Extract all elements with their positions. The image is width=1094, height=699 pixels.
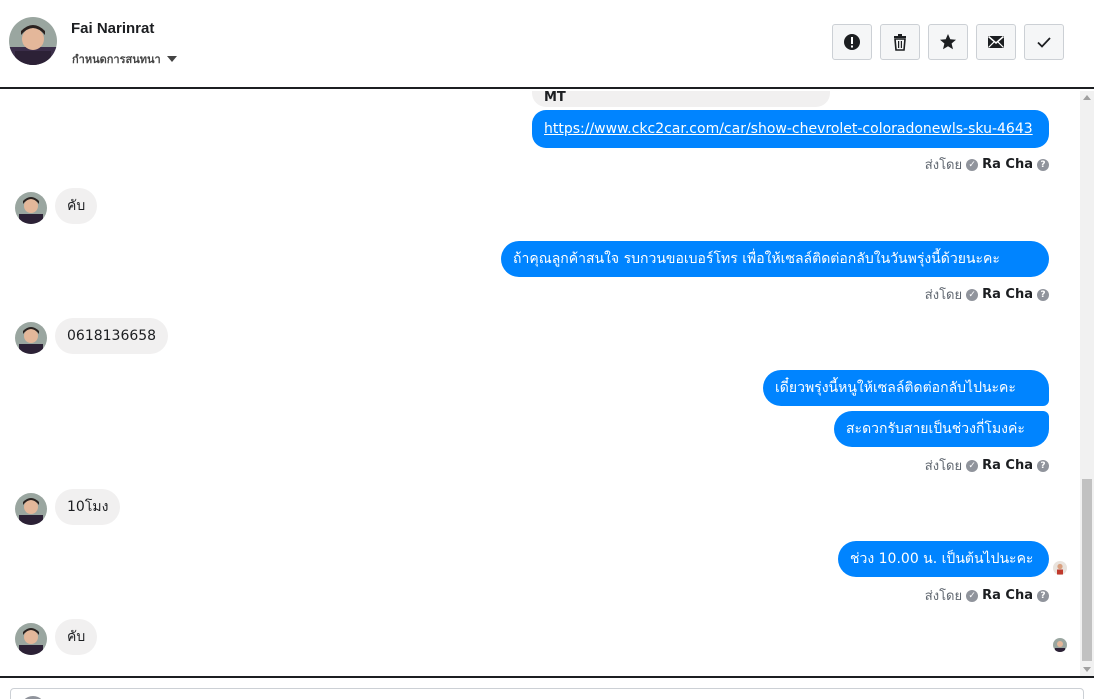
seen-by-agent-avatar [1053, 561, 1067, 575]
check-icon [1037, 37, 1051, 48]
message-text: คับ [67, 198, 86, 214]
mark-done-button[interactable] [1024, 24, 1064, 60]
sent-by-agent[interactable]: Ra Cha [982, 287, 1033, 302]
partial-message-text: MT [544, 91, 566, 105]
caret-down-icon [166, 56, 177, 62]
star-icon [940, 34, 956, 50]
contact-avatar-small[interactable] [15, 322, 47, 354]
conversation-header: Fai Narinrat กำหนดการสนทนา [0, 0, 1094, 89]
seen-by-contact-avatar [1053, 638, 1067, 652]
scroll-down-arrow-icon[interactable] [1083, 667, 1091, 672]
scroll-up-arrow-icon[interactable] [1083, 95, 1091, 100]
sent-by-row: ส่งโดย ✓ Ra Cha ? [925, 284, 1049, 305]
conversation-schedule-label: กำหนดการสนทนา [72, 53, 161, 66]
message-bubble-outgoing: สะดวกรับสายเป็นช่วงกี่โมงค่ะ [834, 411, 1049, 447]
composer-area [0, 676, 1094, 699]
message-bubble-incoming: คับ [55, 188, 98, 224]
sent-by-label: ส่งโดย [924, 589, 963, 604]
mark-spam-button[interactable] [832, 24, 872, 60]
contact-avatar-small[interactable] [15, 192, 47, 224]
verified-check-icon: ✓ [966, 158, 979, 171]
contact-avatar-small[interactable] [15, 623, 47, 655]
verified-check-icon: ✓ [966, 589, 979, 602]
contact-name: Fai Narinrat [71, 20, 155, 37]
message-bubble-outgoing: เดี๋ยวพรุ่งนี้หนูให้เซลล์ติดต่อกลับไปนะค… [763, 370, 1049, 406]
sent-by-row: ส่งโดย ✓ Ra Cha ? [925, 455, 1049, 476]
sent-by-agent[interactable]: Ra Cha [982, 458, 1033, 473]
message-text: ถ้าคุณลูกค้าสนใจ รบกวนขอเบอร์โทร เพื่อให… [513, 251, 1000, 267]
message-text: 10โมง [67, 499, 109, 515]
message-bubble-outgoing-link[interactable]: https://www.ckc2car.com/car/show-chevrol… [532, 110, 1049, 148]
message-bubble-outgoing: ช่วง 10.00 น. เป็นต้นไปนะคะ [838, 541, 1049, 577]
message-thread[interactable]: MT https://www.ckc2car.com/car/show-chev… [0, 91, 1094, 676]
message-bubble-outgoing: ถ้าคุณลูกค้าสนใจ รบกวนขอเบอร์โทร เพื่อให… [501, 241, 1049, 277]
message-text: สะดวกรับสายเป็นช่วงกี่โมงค่ะ [846, 421, 1025, 437]
verified-check-icon: ✓ [966, 288, 979, 301]
sent-by-label: ส่งโดย [924, 288, 963, 303]
conversation-schedule-dropdown[interactable]: กำหนดการสนทนา [72, 50, 177, 68]
message-text: ช่วง 10.00 น. เป็นต้นไปนะคะ [850, 551, 1034, 567]
contact-avatar[interactable] [9, 17, 57, 65]
message-text: เดี๋ยวพรุ่งนี้หนูให้เซลล์ติดต่อกลับไปนะค… [775, 380, 1016, 396]
star-button[interactable] [928, 24, 968, 60]
conversation-actions [832, 24, 1064, 60]
help-icon[interactable]: ? [1037, 589, 1049, 602]
envelope-icon [988, 35, 1004, 48]
contact-avatar-small[interactable] [15, 493, 47, 525]
message-link[interactable]: https://www.ckc2car.com/car/show-chevrol… [544, 121, 1033, 137]
scrollbar-thumb[interactable] [1082, 479, 1092, 661]
help-icon[interactable]: ? [1037, 288, 1049, 301]
trash-icon [894, 34, 906, 51]
reply-input[interactable] [10, 688, 1084, 699]
delete-button[interactable] [880, 24, 920, 60]
message-bubble-partial: MT [532, 91, 830, 107]
sent-by-agent[interactable]: Ra Cha [982, 588, 1033, 603]
inbox-conversation-view: Fai Narinrat กำหนดการสนทนา MT https://ww… [0, 0, 1094, 699]
sent-by-row: ส่งโดย ✓ Ra Cha ? [925, 585, 1049, 606]
thread-scrollbar[interactable] [1080, 91, 1094, 676]
help-icon[interactable]: ? [1037, 459, 1049, 472]
message-bubble-incoming: 0618136658 [55, 318, 169, 354]
mark-unread-button[interactable] [976, 24, 1016, 60]
message-bubble-incoming: 10โมง [55, 489, 121, 525]
sent-by-agent[interactable]: Ra Cha [982, 157, 1033, 172]
alert-icon [844, 34, 860, 50]
message-bubble-incoming: คับ [55, 619, 98, 655]
message-text: 0618136658 [67, 328, 157, 344]
help-icon[interactable]: ? [1037, 158, 1049, 171]
sent-by-label: ส่งโดย [924, 158, 963, 173]
verified-check-icon: ✓ [966, 459, 979, 472]
sent-by-label: ส่งโดย [924, 459, 963, 474]
sent-by-row: ส่งโดย ✓ Ra Cha ? [925, 154, 1049, 175]
message-text: คับ [67, 629, 86, 645]
